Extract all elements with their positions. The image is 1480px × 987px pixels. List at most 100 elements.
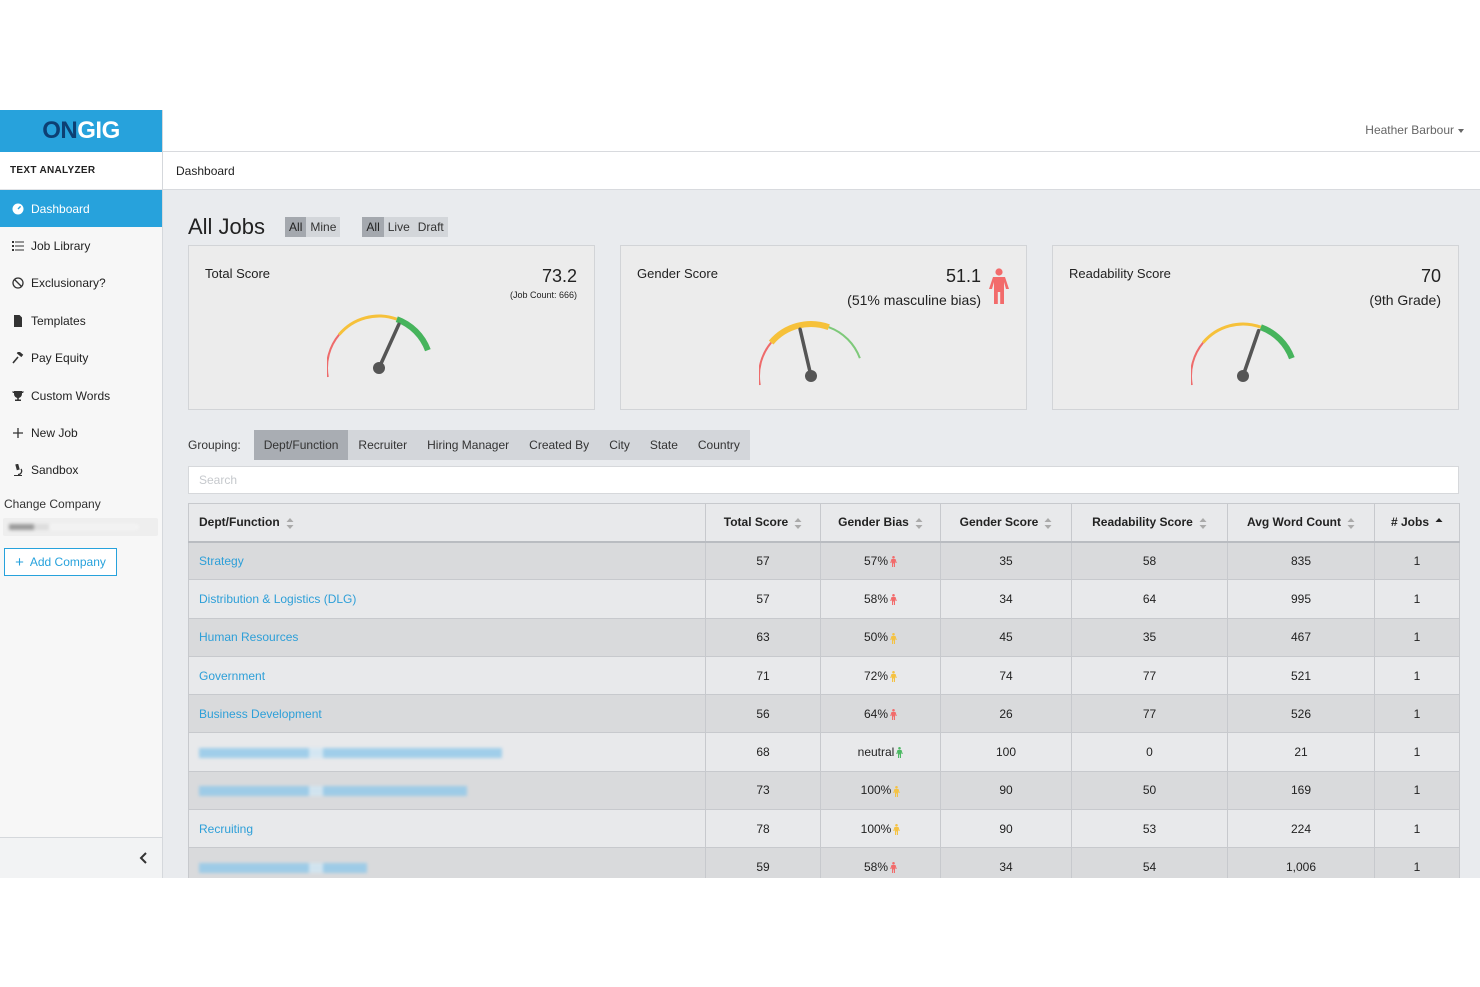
grouping-tab-recruiter[interactable]: Recruiter bbox=[348, 430, 417, 460]
dept-link[interactable]: Strategy bbox=[199, 554, 244, 568]
cell-value: 1 bbox=[1413, 783, 1421, 798]
card-subtext: (9th Grade) bbox=[1369, 292, 1441, 308]
owner-filter-mine[interactable]: Mine bbox=[306, 217, 340, 237]
cell-avg-word-count: 21 bbox=[1227, 732, 1375, 772]
sidebar-item-label: Custom Words bbox=[31, 388, 111, 403]
status-filter-draft[interactable]: Draft bbox=[414, 217, 448, 237]
gauge-arc-mid bbox=[338, 314, 398, 336]
cell-value: 56 bbox=[756, 706, 770, 721]
page-title: All Jobs bbox=[188, 214, 266, 239]
dept-link[interactable]: Business Development bbox=[199, 707, 322, 721]
grouping-tab-city[interactable]: City bbox=[599, 430, 640, 460]
cell-value: 71 bbox=[756, 668, 770, 683]
grouping-tab-hiring-manager[interactable]: Hiring Manager bbox=[417, 430, 519, 460]
ban-icon bbox=[11, 276, 25, 290]
cell-value: 21 bbox=[1294, 745, 1308, 760]
cell-jobs: 1 bbox=[1374, 617, 1460, 657]
owner-filter: All Mine bbox=[285, 217, 341, 237]
cell-jobs: 1 bbox=[1374, 540, 1460, 581]
redacted-dept-link[interactable] bbox=[199, 786, 467, 797]
add-company-button[interactable]: + Add Company bbox=[4, 548, 117, 577]
grouping-tab-created-by[interactable]: Created By bbox=[519, 430, 599, 460]
gauge-arc-high bbox=[828, 326, 861, 359]
dept-link[interactable]: Distribution & Logistics (DLG) bbox=[199, 592, 356, 606]
column-header-gender-score[interactable]: Gender Score bbox=[940, 503, 1072, 543]
sidebar-item-pay-equity[interactable]: Pay Equity bbox=[0, 340, 162, 377]
gauge-hub bbox=[1237, 370, 1249, 382]
column-header-gender-bias[interactable]: Gender Bias bbox=[820, 503, 941, 543]
grouping-tab-state[interactable]: State bbox=[640, 430, 688, 460]
cell-value: 1 bbox=[1413, 553, 1421, 568]
cell-jobs: 1 bbox=[1374, 694, 1460, 734]
cell-value: 100 bbox=[995, 745, 1017, 760]
cell-jobs: 1 bbox=[1374, 579, 1460, 619]
sidebar-item-dashboard[interactable]: Dashboard bbox=[0, 190, 162, 228]
column-header-label: Total Score bbox=[723, 515, 789, 530]
table-row: Business Development 56 64% 26 77 526 1 bbox=[188, 694, 1460, 734]
status-filter-live[interactable]: Live bbox=[384, 217, 414, 237]
column-header-label: Dept/Function bbox=[199, 515, 280, 530]
cell-dept-function: Recruiting bbox=[188, 809, 706, 849]
column-header-dept-function[interactable]: Dept/Function bbox=[188, 503, 706, 543]
table-row: 73 100% 90 50 169 1 bbox=[188, 770, 1460, 811]
grouping-tab-country[interactable]: Country bbox=[688, 430, 750, 460]
company-select[interactable] bbox=[3, 518, 158, 537]
cell-gender-bias: 72% bbox=[820, 655, 941, 696]
table-row: Human Resources 63 50% 45 35 467 1 bbox=[188, 617, 1460, 657]
plus-icon bbox=[11, 426, 25, 440]
logo-text-gig: GIG bbox=[77, 117, 120, 144]
person-icon bbox=[890, 709, 897, 721]
gender-score-card: Gender Score 51.1 (51% masculine bias) bbox=[620, 245, 1027, 410]
sort-icon bbox=[915, 517, 923, 529]
status-filter-all[interactable]: All bbox=[362, 217, 384, 237]
redacted-dept-link[interactable] bbox=[199, 862, 367, 873]
sidebar-item-exclusionary[interactable]: Exclusionary? bbox=[0, 265, 162, 302]
collapse-sidebar-button[interactable] bbox=[0, 837, 162, 878]
cell-value: 59 bbox=[756, 860, 770, 875]
cell-gender-bias: 58% bbox=[820, 579, 941, 619]
dept-link[interactable]: Human Resources bbox=[199, 630, 298, 644]
cell-value: 1 bbox=[1413, 630, 1421, 645]
cell-value: 57 bbox=[756, 553, 770, 568]
cell-total-score: 63 bbox=[705, 617, 821, 657]
column-header-total-score[interactable]: Total Score bbox=[705, 503, 821, 543]
cell-total-score: 57 bbox=[705, 579, 821, 619]
dept-link[interactable]: Government bbox=[199, 669, 265, 683]
dept-link[interactable]: Recruiting bbox=[199, 822, 253, 836]
cell-jobs: 1 bbox=[1374, 847, 1460, 878]
user-menu[interactable]: Heather Barbour bbox=[1365, 123, 1464, 137]
gauge-hub bbox=[805, 370, 817, 382]
cell-readability-score: 64 bbox=[1071, 579, 1228, 619]
sidebar-item-custom-words[interactable]: Custom Words bbox=[0, 377, 162, 414]
cell-value: neutral bbox=[857, 745, 895, 760]
cell-value: 26 bbox=[999, 706, 1013, 721]
search-input[interactable] bbox=[188, 466, 1459, 494]
cell-value: 100% bbox=[860, 821, 892, 836]
redacted-dept-link[interactable] bbox=[199, 747, 502, 758]
sidebar-item-new-job[interactable]: New Job bbox=[0, 414, 162, 451]
list-icon bbox=[11, 239, 25, 253]
sidebar-item-templates[interactable]: Templates bbox=[0, 302, 162, 339]
ongig-logo[interactable]: ON GIG bbox=[0, 110, 162, 152]
card-label: Readability Score bbox=[1069, 266, 1171, 281]
sidebar: ON GIG TEXT ANALYZER Dashboard Job Librar… bbox=[0, 110, 163, 878]
cell-value: 1 bbox=[1413, 860, 1421, 875]
cell-gender-score: 26 bbox=[940, 694, 1072, 734]
column-header-avg-word-count[interactable]: Avg Word Count bbox=[1227, 503, 1375, 543]
cell-dept-function bbox=[188, 732, 706, 772]
card-label: Total Score bbox=[205, 266, 271, 281]
person-icon bbox=[890, 670, 897, 682]
cell-total-score: 71 bbox=[705, 655, 821, 696]
column-header-readability-score[interactable]: Readability Score bbox=[1071, 503, 1228, 543]
column-header-jobs[interactable]: # Jobs bbox=[1374, 503, 1460, 543]
owner-filter-all[interactable]: All bbox=[285, 217, 307, 237]
sidebar-item-sandbox[interactable]: Sandbox bbox=[0, 452, 162, 489]
sidebar-item-label: Dashboard bbox=[31, 201, 90, 216]
cell-gender-score: 34 bbox=[940, 847, 1072, 878]
gender-score-gauge bbox=[759, 321, 861, 386]
cell-value: 224 bbox=[1290, 821, 1312, 836]
sidebar-item-job-library[interactable]: Job Library bbox=[0, 227, 162, 264]
grouping-tab-dept-function[interactable]: Dept/Function bbox=[253, 430, 349, 460]
cell-value: 35 bbox=[999, 553, 1013, 568]
cell-value: 526 bbox=[1290, 706, 1312, 721]
